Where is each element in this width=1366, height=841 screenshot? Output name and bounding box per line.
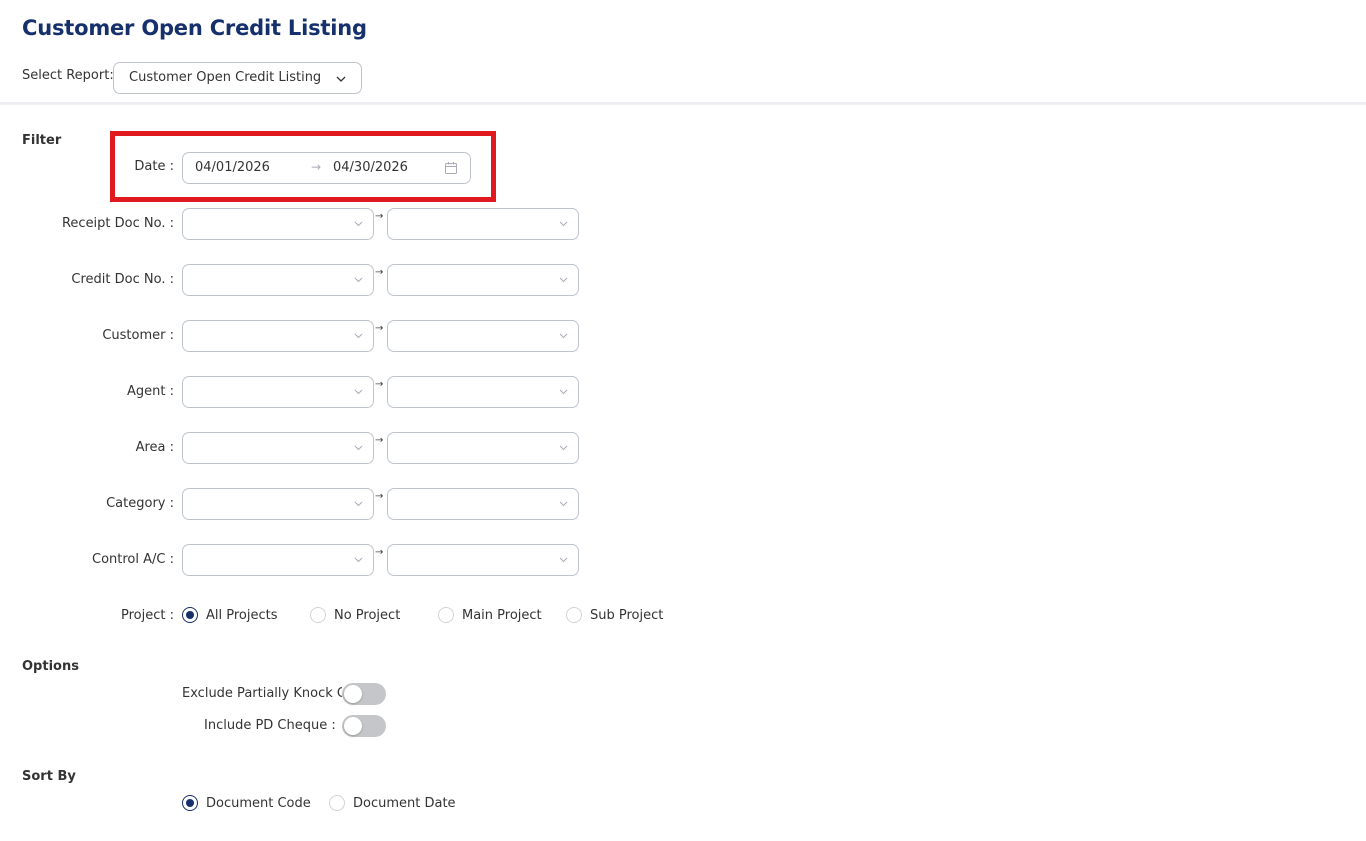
date-range-picker[interactable]: 04/01/2026 → 04/30/2026: [182, 152, 471, 184]
chevron-down-icon: [559, 333, 568, 339]
radio-document-date[interactable]: [329, 795, 345, 811]
select-report-label: Select Report:: [22, 68, 114, 83]
chevron-down-icon: [559, 277, 568, 283]
range-arrow-icon: →: [375, 323, 384, 334]
category-to-select[interactable]: [387, 488, 579, 520]
chevron-down-icon: [354, 445, 363, 451]
credit-doc-to-select[interactable]: [387, 264, 579, 296]
arrow-right-icon: →: [311, 160, 322, 174]
range-arrow-icon: →: [375, 267, 384, 278]
control-ac-to-select[interactable]: [387, 544, 579, 576]
options-section-title: Options: [22, 659, 79, 674]
report-select-value: Customer Open Credit Listing: [129, 70, 322, 85]
category-from-select[interactable]: [182, 488, 374, 520]
agent-label: Agent :: [127, 384, 174, 399]
filter-section-title: Filter: [22, 133, 62, 148]
include-pd-cheque-toggle[interactable]: [342, 715, 386, 737]
customer-from-select[interactable]: [182, 320, 374, 352]
chevron-down-icon: [354, 221, 363, 227]
chevron-down-icon: [559, 557, 568, 563]
chevron-down-icon: [559, 501, 568, 507]
range-arrow-icon: →: [375, 379, 384, 390]
customer-label: Customer :: [102, 328, 174, 343]
area-from-select[interactable]: [182, 432, 374, 464]
credit-doc-label: Credit Doc No. :: [71, 272, 174, 287]
date-end-input[interactable]: 04/30/2026: [333, 160, 408, 175]
control-ac-label: Control A/C :: [92, 552, 174, 567]
calendar-icon[interactable]: [444, 161, 458, 175]
range-arrow-icon: →: [375, 211, 384, 222]
range-arrow-icon: →: [375, 435, 384, 446]
chevron-down-icon: [336, 76, 346, 82]
header-divider: [0, 102, 1366, 105]
report-select[interactable]: Customer Open Credit Listing: [113, 62, 362, 94]
area-label: Area :: [135, 440, 174, 455]
radio-document-code[interactable]: [182, 795, 198, 811]
include-pd-cheque-label: Include PD Cheque :: [204, 718, 336, 733]
receipt-doc-to-select[interactable]: [387, 208, 579, 240]
exclude-partially-knock-off-toggle[interactable]: [342, 683, 386, 705]
category-label: Category :: [106, 496, 174, 511]
radio-label-no-project: No Project: [334, 608, 401, 623]
project-label: Project :: [121, 608, 174, 623]
area-to-select[interactable]: [387, 432, 579, 464]
receipt-doc-label: Receipt Doc No. :: [61, 216, 174, 231]
customer-to-select[interactable]: [387, 320, 579, 352]
radio-main-project[interactable]: [438, 607, 454, 623]
radio-sub-project[interactable]: [566, 607, 582, 623]
control-ac-from-select[interactable]: [182, 544, 374, 576]
sort-by-section-title: Sort By: [22, 769, 76, 784]
exclude-partially-knock-off-label: Exclude Partially Knock O: [182, 686, 342, 701]
radio-label-main-project: Main Project: [462, 608, 542, 623]
chevron-down-icon: [354, 333, 363, 339]
agent-to-select[interactable]: [387, 376, 579, 408]
radio-all-projects[interactable]: [182, 607, 198, 623]
range-arrow-icon: →: [375, 491, 384, 502]
receipt-doc-from-select[interactable]: [182, 208, 374, 240]
chevron-down-icon: [354, 389, 363, 395]
chevron-down-icon: [559, 445, 568, 451]
chevron-down-icon: [559, 389, 568, 395]
radio-label-document-code: Document Code: [206, 796, 311, 811]
agent-from-select[interactable]: [182, 376, 374, 408]
credit-doc-from-select[interactable]: [182, 264, 374, 296]
radio-label-document-date: Document Date: [353, 796, 456, 811]
date-label: Date :: [134, 159, 174, 174]
chevron-down-icon: [559, 221, 568, 227]
radio-label-all-projects: All Projects: [206, 608, 278, 623]
chevron-down-icon: [354, 501, 363, 507]
radio-no-project[interactable]: [310, 607, 326, 623]
date-start-input[interactable]: 04/01/2026: [195, 160, 270, 175]
chevron-down-icon: [354, 557, 363, 563]
chevron-down-icon: [354, 277, 363, 283]
radio-label-sub-project: Sub Project: [590, 608, 664, 623]
range-arrow-icon: →: [375, 547, 384, 558]
page-title: Customer Open Credit Listing: [22, 16, 367, 40]
